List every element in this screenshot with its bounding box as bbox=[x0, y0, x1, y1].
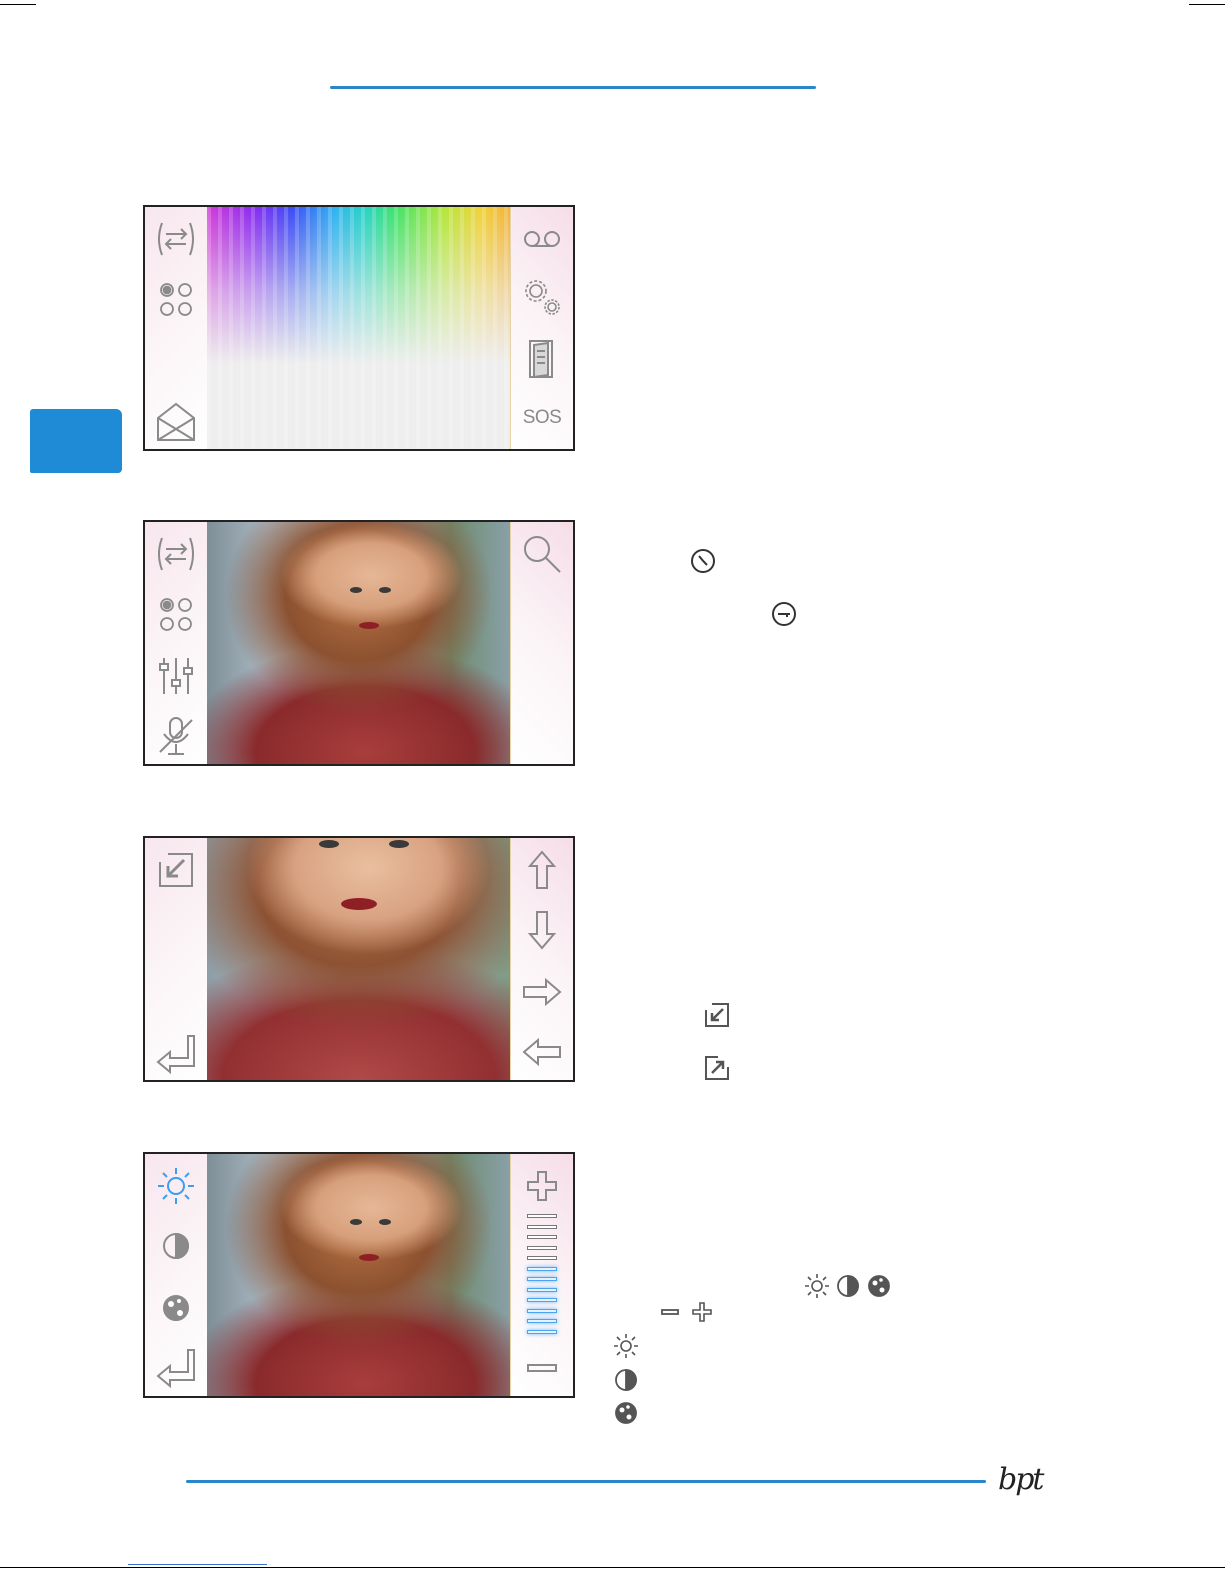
adjust-left-sidebar bbox=[145, 1154, 208, 1396]
eye-right bbox=[389, 840, 409, 848]
home-background-spectrum bbox=[207, 207, 511, 449]
zoom-out-icon[interactable] bbox=[154, 848, 198, 892]
zoom-screen bbox=[143, 836, 575, 1082]
level-bar bbox=[527, 1319, 557, 1323]
swap-arrows-icon[interactable] bbox=[154, 217, 198, 261]
brightness-icon bbox=[803, 1272, 831, 1300]
level-bar bbox=[527, 1329, 557, 1334]
crop-mark bbox=[0, 4, 36, 5]
zoom-in-icon bbox=[703, 1054, 731, 1082]
key-icon bbox=[770, 600, 798, 628]
crop-mark bbox=[1189, 4, 1225, 5]
eye-left bbox=[319, 840, 339, 848]
plus-icon bbox=[688, 1298, 716, 1326]
arrow-up-icon[interactable] bbox=[520, 848, 564, 892]
contrast-icon bbox=[612, 1366, 640, 1394]
camera-video-feed-zoomed bbox=[207, 838, 511, 1080]
level-bars[interactable] bbox=[511, 1214, 573, 1344]
home-left-sidebar bbox=[145, 207, 208, 449]
adjust-screen bbox=[143, 1152, 575, 1398]
color-icon[interactable] bbox=[154, 1286, 198, 1330]
zoom-right-sidebar bbox=[510, 838, 573, 1080]
plus-icon[interactable] bbox=[520, 1164, 564, 1208]
swap-arrows-icon[interactable] bbox=[154, 532, 198, 576]
envelope-icon[interactable] bbox=[154, 400, 198, 444]
eye-right bbox=[379, 587, 391, 593]
color-icon bbox=[612, 1399, 640, 1427]
footer-link-underline bbox=[128, 1564, 267, 1565]
equalizer-icon[interactable] bbox=[154, 654, 198, 698]
zoom-icon[interactable] bbox=[520, 532, 564, 576]
arrow-left-icon[interactable] bbox=[520, 1030, 564, 1074]
contrast-icon bbox=[834, 1272, 862, 1300]
door-icon[interactable] bbox=[520, 337, 564, 381]
level-bar bbox=[527, 1256, 557, 1260]
minus-icon bbox=[656, 1298, 684, 1326]
eye-left bbox=[350, 1219, 362, 1225]
brightness-icon bbox=[612, 1332, 640, 1360]
level-bar bbox=[527, 1266, 557, 1271]
level-bar bbox=[527, 1245, 557, 1250]
call-left-sidebar bbox=[145, 522, 208, 764]
sos-button[interactable]: SOS bbox=[511, 407, 573, 429]
level-bar bbox=[527, 1224, 557, 1229]
back-icon[interactable] bbox=[154, 1032, 198, 1076]
back-icon[interactable] bbox=[154, 1346, 198, 1390]
zoom-left-sidebar bbox=[145, 838, 208, 1080]
home-screen: SOS bbox=[143, 205, 575, 451]
handset-icon bbox=[689, 547, 717, 575]
call-screen bbox=[143, 520, 575, 766]
footer-rule bbox=[186, 1480, 986, 1483]
camera-video-feed bbox=[207, 522, 511, 764]
eye-right bbox=[379, 1219, 391, 1225]
level-bar bbox=[527, 1214, 557, 1218]
level-bar bbox=[527, 1298, 557, 1302]
mouth bbox=[359, 1254, 379, 1261]
level-bar bbox=[527, 1308, 557, 1313]
adjust-right-sidebar bbox=[510, 1154, 573, 1396]
call-right-sidebar bbox=[510, 522, 573, 764]
zoom-out-icon bbox=[703, 1001, 731, 1029]
voicemail-icon[interactable] bbox=[520, 217, 564, 261]
mic-off-icon[interactable] bbox=[154, 714, 198, 758]
settings-gears-icon[interactable] bbox=[520, 275, 564, 319]
four-dots-icon[interactable] bbox=[154, 277, 198, 321]
arrow-right-icon[interactable] bbox=[520, 970, 564, 1014]
eye-left bbox=[350, 587, 362, 593]
mouth bbox=[341, 898, 377, 910]
arrow-down-icon[interactable] bbox=[520, 908, 564, 952]
home-right-sidebar: SOS bbox=[510, 207, 573, 449]
level-bar bbox=[527, 1277, 557, 1281]
crop-mark bbox=[0, 1567, 1225, 1568]
bpt-logo: bpt bbox=[998, 1462, 1044, 1497]
header-rule bbox=[330, 86, 816, 89]
camera-video-feed bbox=[207, 1154, 511, 1396]
level-bar bbox=[527, 1287, 557, 1292]
color-icon bbox=[865, 1272, 893, 1300]
level-bar bbox=[527, 1235, 557, 1239]
brightness-icon[interactable] bbox=[154, 1164, 198, 1208]
contrast-icon[interactable] bbox=[154, 1224, 198, 1268]
section-tab bbox=[30, 409, 122, 473]
minus-icon[interactable] bbox=[520, 1346, 564, 1390]
four-dots-icon[interactable] bbox=[154, 592, 198, 636]
mouth bbox=[359, 622, 379, 629]
